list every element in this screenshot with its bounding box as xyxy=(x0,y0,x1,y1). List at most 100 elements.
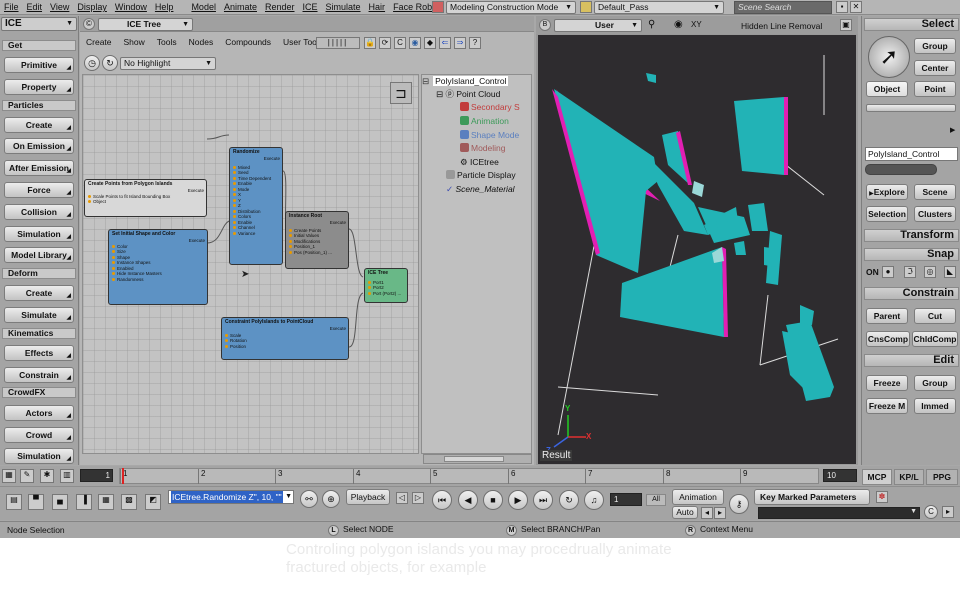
node-port[interactable]: Port (Port2) ... xyxy=(365,291,407,297)
edit-group-button[interactable]: Group xyxy=(914,375,956,391)
immed-button[interactable]: Immed xyxy=(914,398,956,414)
display-mode-label[interactable]: Hidden Line Removal xyxy=(741,21,822,31)
layout-split-icon[interactable]: ▐ xyxy=(76,494,92,510)
menu-edit[interactable]: Edit xyxy=(23,0,47,14)
section-crowdfx[interactable]: CrowdFX xyxy=(2,387,76,398)
key-prev-icon[interactable]: ◂ xyxy=(701,507,713,519)
constrain-button[interactable]: Constrain ◢ xyxy=(4,367,74,383)
stop-icon[interactable]: ■ xyxy=(483,490,503,510)
scrollbar-thumb[interactable] xyxy=(444,456,504,462)
layout-tri-icon[interactable]: ◩ xyxy=(145,494,161,510)
ice-menu-compounds[interactable]: Compounds xyxy=(219,35,277,49)
menu-simulate[interactable]: Simulate xyxy=(322,0,365,14)
explorer-item-shape-mode[interactable]: Shape Mode xyxy=(460,130,519,141)
marked-params-icon[interactable]: ✽ xyxy=(876,491,888,503)
transform-section-title[interactable]: Transform xyxy=(864,229,959,242)
parent-button[interactable]: Parent xyxy=(866,308,908,324)
clear-icon[interactable]: C xyxy=(394,37,406,49)
node-output-port[interactable]: Execute xyxy=(330,326,346,332)
explorer-item-icetree[interactable]: ⚙ ICEtree xyxy=(460,157,499,168)
scene-search-input[interactable]: Scene Search xyxy=(734,1,832,14)
particles-simulation-button[interactable]: Simulation ◢ xyxy=(4,226,74,242)
explorer-item-secondary[interactable]: Secondary S xyxy=(460,102,520,113)
node-output-port[interactable]: Execute xyxy=(188,188,204,194)
globe-icon[interactable]: ◉ xyxy=(409,37,421,49)
particles-create-button[interactable]: Create ◢ xyxy=(4,117,74,133)
animation-button[interactable]: Animation xyxy=(672,489,724,505)
menu-display[interactable]: Display xyxy=(73,0,111,14)
refresh-icon[interactable]: ⟳ xyxy=(379,37,391,49)
explorer-root[interactable]: ⊟ PolyIsland_Control xyxy=(422,76,509,87)
key-next-icon[interactable]: ▸ xyxy=(714,507,726,519)
select-extra-button[interactable] xyxy=(866,104,956,112)
chldcomp-button[interactable]: ChldComp xyxy=(912,331,958,347)
crowd-button[interactable]: Crowd ◢ xyxy=(4,427,74,443)
camera-dropdown[interactable]: User ▼ xyxy=(554,19,642,32)
ice-menu-show[interactable]: Show xyxy=(118,35,151,49)
playback-button[interactable]: Playback xyxy=(346,489,390,505)
menu-view[interactable]: View xyxy=(46,0,73,14)
node-constraint[interactable]: Constraint PolyIslands to PointCloud Exe… xyxy=(221,317,349,360)
menu-help[interactable]: Help xyxy=(151,0,178,14)
key-marked-parameters-button[interactable]: Key Marked Parameters xyxy=(754,489,870,505)
snap-on-label[interactable]: ON xyxy=(866,267,879,277)
model-library-button[interactable]: Model Library ◢ xyxy=(4,247,74,263)
preset-icon[interactable]: ◆ xyxy=(424,37,436,49)
node-port[interactable]: Variance xyxy=(230,231,282,237)
pass-dropdown[interactable]: Default_Pass ▼ xyxy=(594,1,724,14)
menu-file[interactable]: File xyxy=(0,0,23,14)
layout-grid-icon[interactable]: ▩ xyxy=(121,494,137,510)
forward-arrow-icon[interactable]: ⇒ xyxy=(454,37,466,49)
key-options-icon[interactable]: ▸ xyxy=(942,506,954,518)
highlight-dropdown[interactable]: No Highlight ▼ xyxy=(120,57,216,70)
object-name-field[interactable]: PolyIsland_Control xyxy=(865,147,958,161)
audio-icon[interactable]: ♫ xyxy=(584,490,604,510)
layout-default-icon[interactable]: ▤ xyxy=(6,494,22,510)
search-options-icon[interactable]: ▪ xyxy=(836,1,848,13)
last-frame-icon[interactable]: ⏭ xyxy=(533,490,553,510)
ice-menu-create[interactable]: Create xyxy=(80,35,118,49)
scene-button[interactable]: Scene xyxy=(914,184,956,200)
clusters-button[interactable]: Clusters xyxy=(914,206,956,222)
crowd-simulation-button[interactable]: Simulation ◢ xyxy=(4,448,74,464)
key-icon[interactable]: ⚷ xyxy=(729,494,749,514)
cnscomp-button[interactable]: CnsComp xyxy=(866,331,910,347)
node-port[interactable]: Position xyxy=(222,344,348,350)
maximize-icon[interactable]: ▣ xyxy=(840,19,852,31)
chevron-down-icon[interactable]: ▼ xyxy=(285,491,292,503)
freeze-button[interactable]: Freeze xyxy=(866,375,908,391)
node-output-port[interactable]: Execute xyxy=(330,220,346,226)
back-arrow-icon[interactable]: ⇐ xyxy=(439,37,451,49)
section-get[interactable]: Get xyxy=(2,40,76,51)
node-output-port[interactable]: Execute xyxy=(189,238,205,244)
deform-simulate-button[interactable]: Simulate ◢ xyxy=(4,307,74,323)
explorer-item-modeling[interactable]: Modeling xyxy=(460,143,506,154)
menu-render[interactable]: Render xyxy=(261,0,299,14)
menu-animate[interactable]: Animate xyxy=(220,0,261,14)
add-script-icon[interactable]: ⊕ xyxy=(322,490,340,508)
network-icon[interactable]: ✱ xyxy=(40,469,54,483)
selection-button[interactable]: Selection xyxy=(866,206,908,222)
timeline-ruler[interactable]: 1 2 3 4 5 6 7 8 9 xyxy=(119,468,819,484)
point-select-button[interactable]: Point xyxy=(914,81,956,97)
cut-button[interactable]: Cut xyxy=(914,308,956,324)
next-key-icon[interactable]: ▷ xyxy=(412,492,424,504)
menu-window[interactable]: Window xyxy=(111,0,151,14)
tab-kpl[interactable]: KP/L xyxy=(894,469,924,485)
force-button[interactable]: Force ◢ xyxy=(4,182,74,198)
node-create-points[interactable]: Create Points from Polygon Islands Execu… xyxy=(84,179,207,217)
tab-mcp[interactable]: MCP xyxy=(862,469,892,485)
actors-button[interactable]: Actors ◢ xyxy=(4,405,74,421)
section-kinematics[interactable]: Kinematics xyxy=(2,328,76,339)
explorer-item-scene-material[interactable]: ✓ Scene_Material xyxy=(446,184,515,195)
stopwatch-icon[interactable]: ◷ xyxy=(84,55,100,71)
node-output-port[interactable]: Execute xyxy=(264,156,280,162)
menu-model[interactable]: Model xyxy=(187,0,220,14)
explore-button[interactable]: ▶Explore xyxy=(866,184,908,200)
node-port[interactable]: Pos (Position_1) ... xyxy=(286,250,348,256)
toolbar-dropdown[interactable]: ICE ▼ xyxy=(1,17,77,31)
marked-parameters-field[interactable]: ▼ xyxy=(758,507,920,519)
on-emission-button[interactable]: On Emission ◢ xyxy=(4,138,74,154)
layout-bottom-icon[interactable]: ▄ xyxy=(52,494,68,510)
freeze-m-button[interactable]: Freeze M xyxy=(866,398,908,414)
